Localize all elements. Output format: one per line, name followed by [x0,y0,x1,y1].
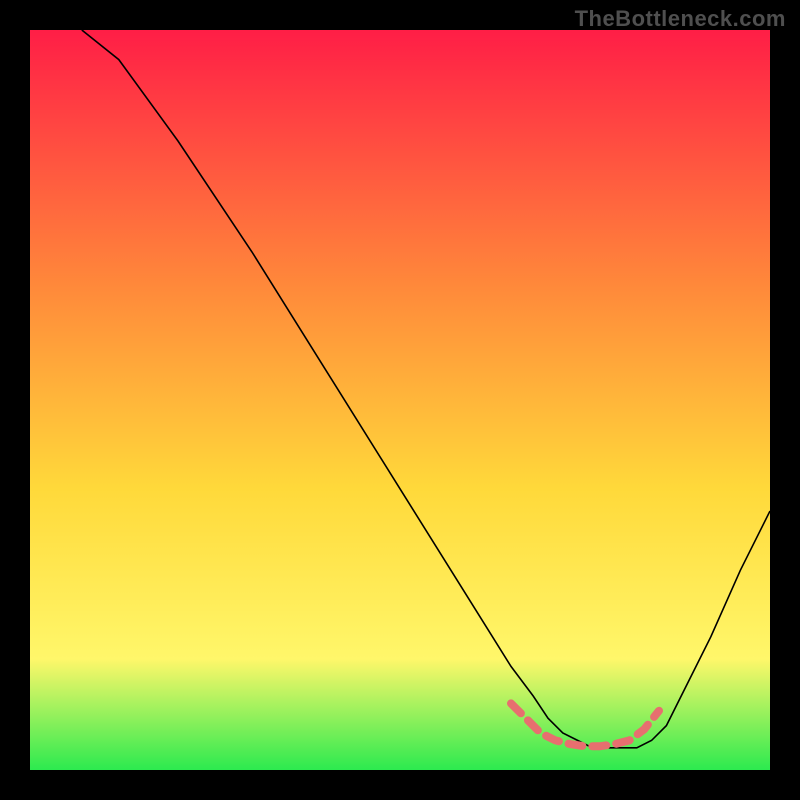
chart-frame: TheBottleneck.com [0,0,800,800]
gradient-plot-area [30,30,770,770]
watermark-text: TheBottleneck.com [575,6,786,32]
bottleneck-chart [30,30,770,770]
